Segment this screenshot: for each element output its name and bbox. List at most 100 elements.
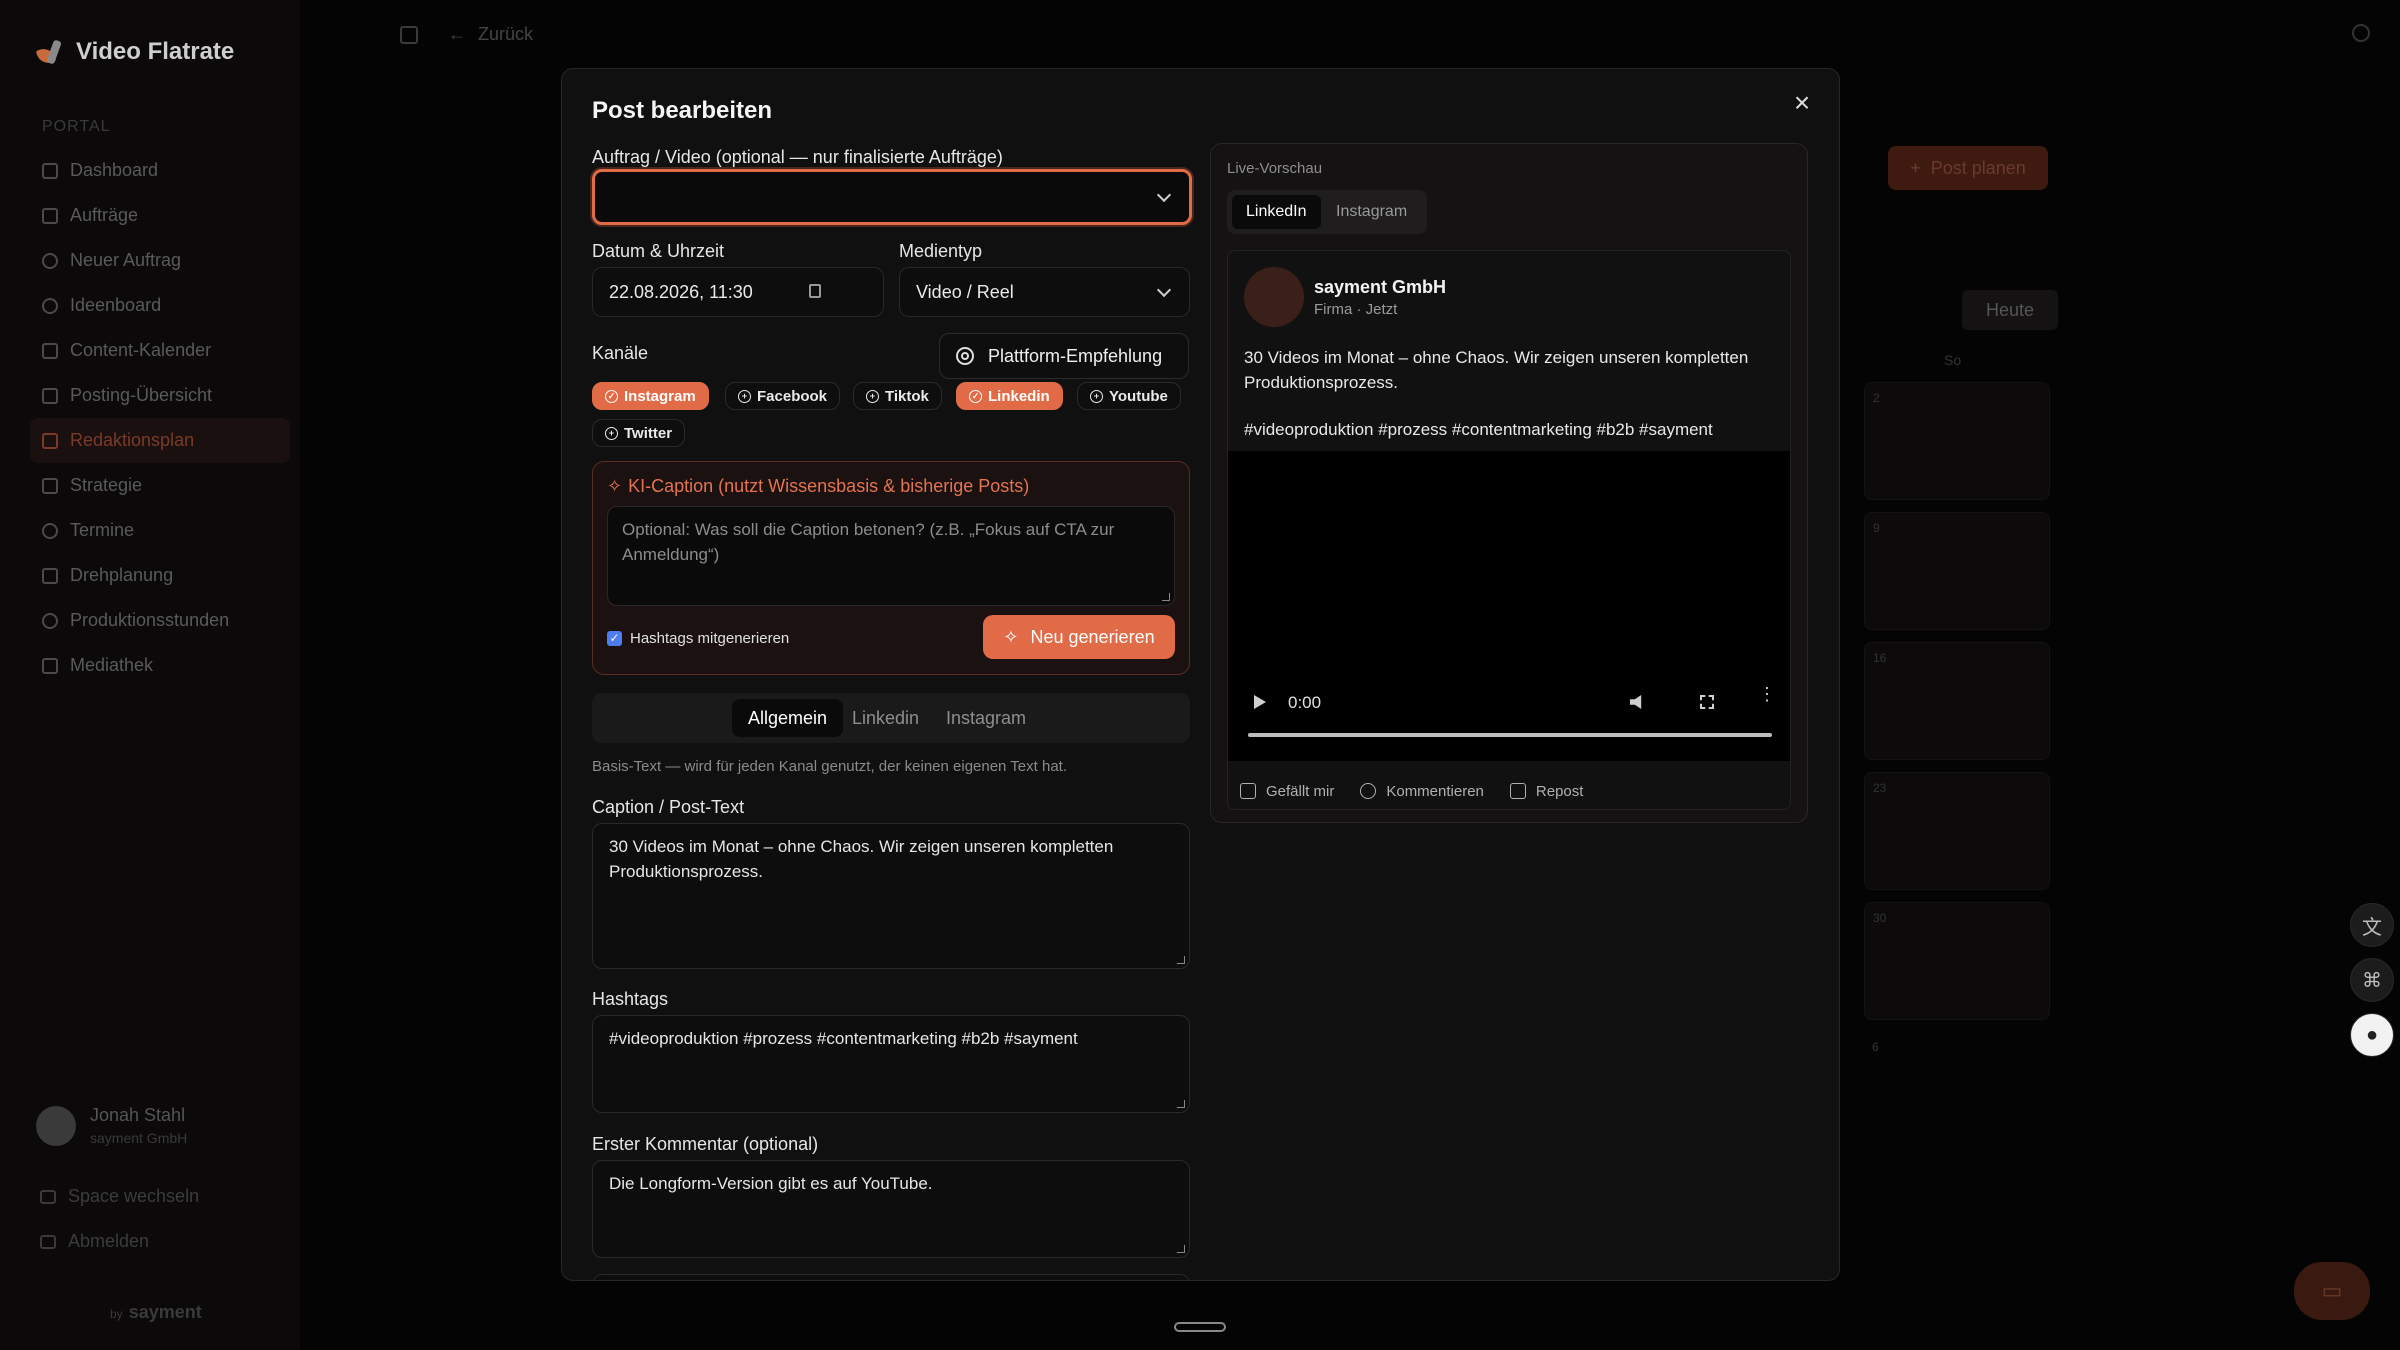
brand[interactable]: Video Flatrate bbox=[36, 38, 234, 66]
caption-textarea[interactable]: 30 Videos im Monat – ohne Chaos. Wir zei… bbox=[592, 823, 1190, 969]
calendar-day[interactable]: 16 bbox=[1864, 642, 2050, 760]
back-link[interactable]: ← Zurück bbox=[400, 24, 533, 45]
command-icon[interactable]: ⌘ bbox=[2350, 958, 2394, 1002]
sidebar-item-label: Ideenboard bbox=[70, 295, 162, 315]
next-field[interactable] bbox=[592, 1274, 1190, 1280]
assistant-icon[interactable]: ● bbox=[2350, 1013, 2394, 1057]
calendar-day[interactable]: 2 bbox=[1864, 382, 2050, 500]
channel-chip-tiktok[interactable]: + Tiktok bbox=[853, 382, 942, 410]
platform-recommendation-button[interactable]: Plattform-Empfehlung bbox=[939, 333, 1189, 379]
video-progress-bar[interactable] bbox=[1248, 733, 1772, 737]
chevron-down-icon bbox=[1156, 187, 1172, 203]
sidebar-item-strategie[interactable]: Strategie bbox=[30, 463, 290, 508]
sidebar-item-termine[interactable]: Termine bbox=[30, 508, 290, 553]
sidebar-toggle-icon[interactable] bbox=[400, 25, 418, 44]
sidebar-item-posting-uebersicht[interactable]: Posting-Übersicht bbox=[30, 373, 290, 418]
sun-icon[interactable] bbox=[2352, 24, 2370, 42]
caption-tabs: Allgemein Linkedin Instagram bbox=[592, 693, 1190, 743]
hashtags-checkbox[interactable]: ✓ Hashtags mitgenerieren bbox=[607, 630, 789, 647]
fullscreen-icon[interactable] bbox=[1700, 695, 1714, 709]
sidebar-item-produktionsstunden[interactable]: Produktionsstunden bbox=[30, 598, 290, 643]
play-icon[interactable] bbox=[1254, 695, 1266, 709]
back-label: Zurück bbox=[478, 24, 534, 44]
video-player[interactable]: 0:00 ⋮ bbox=[1228, 451, 1790, 761]
channel-chip-facebook[interactable]: + Facebook bbox=[725, 382, 841, 410]
plus-icon: + bbox=[1910, 157, 1921, 178]
logout-link[interactable]: Abmelden bbox=[40, 1231, 149, 1252]
preview-post-text: 30 Videos im Monat – ohne Chaos. Wir zei… bbox=[1244, 348, 1749, 392]
today-button[interactable]: Heute bbox=[1962, 290, 2058, 330]
auftrag-select[interactable] bbox=[592, 169, 1192, 225]
preview-hashtags: #videoproduktion #prozess #contentmarket… bbox=[1244, 420, 1713, 439]
calendar-day[interactable]: 23 bbox=[1864, 772, 2050, 890]
plus-circle-icon bbox=[42, 252, 58, 269]
channel-chip-twitter[interactable]: + Twitter bbox=[592, 419, 686, 447]
sidebar-item-label: Termine bbox=[70, 520, 135, 540]
checkbox-checked-icon[interactable]: ✓ bbox=[607, 631, 622, 646]
medientyp-label: Medientyp bbox=[899, 241, 983, 261]
sidebar-item-dashboard[interactable]: Dashboard bbox=[30, 148, 290, 193]
tab-instagram[interactable]: Instagram bbox=[930, 699, 1042, 737]
timer-icon bbox=[42, 612, 58, 629]
preview-tab-linkedin[interactable]: LinkedIn bbox=[1232, 195, 1321, 229]
comment-action[interactable]: Kommentieren bbox=[1360, 783, 1484, 800]
hashtags-textarea[interactable]: #videoproduktion #prozess #contentmarket… bbox=[592, 1015, 1190, 1113]
sidebar-item-auftraege[interactable]: Aufträge bbox=[30, 193, 290, 238]
sidebar-item-label: Posting-Übersicht bbox=[70, 385, 213, 405]
space-switch-link[interactable]: Space wechseln bbox=[40, 1186, 199, 1207]
sidebar-item-neuer-auftrag[interactable]: Neuer Auftrag bbox=[30, 238, 290, 283]
medientyp-select[interactable]: Video / Reel bbox=[899, 267, 1190, 317]
sidebar-item-redaktionsplan[interactable]: Redaktionsplan bbox=[30, 418, 290, 463]
plus-circle-icon: + bbox=[1090, 389, 1103, 403]
sidebar-item-label: Produktionsstunden bbox=[70, 610, 230, 630]
company-name: sayment GmbH bbox=[1314, 277, 1447, 297]
channel-chip-youtube[interactable]: + Youtube bbox=[1077, 382, 1181, 410]
portal-section-label: PORTAL bbox=[42, 118, 111, 135]
preview-tab-instagram[interactable]: Instagram bbox=[1322, 195, 1421, 229]
resize-handle[interactable] bbox=[1177, 1100, 1185, 1108]
space-switch-label: Space wechseln bbox=[68, 1186, 200, 1206]
close-icon[interactable]: × bbox=[1789, 89, 1815, 117]
calendar-icon[interactable] bbox=[809, 284, 821, 298]
sidebar-item-ideenboard[interactable]: Ideenboard bbox=[30, 283, 290, 328]
datetime-input[interactable]: 22.08.2026, 11:30 bbox=[592, 267, 884, 317]
more-vertical-icon[interactable]: ⋮ bbox=[1758, 685, 1776, 703]
sidebar-item-drehplanung[interactable]: Drehplanung bbox=[30, 553, 290, 598]
sidebar-item-mediathek[interactable]: Mediathek bbox=[30, 643, 290, 688]
resize-handle[interactable] bbox=[1162, 593, 1170, 601]
resize-handle[interactable] bbox=[1177, 956, 1185, 964]
user-profile[interactable]: Jonah Stahl sayment GmbH bbox=[36, 1105, 187, 1146]
first-comment-textarea[interactable]: Die Longform-Version gibt es auf YouTube… bbox=[592, 1160, 1190, 1258]
post-planen-button[interactable]: + Post planen bbox=[1888, 146, 2048, 190]
repost-action[interactable]: Repost bbox=[1509, 783, 1583, 800]
tab-allgemein[interactable]: Allgemein bbox=[732, 699, 844, 737]
resize-handle[interactable] bbox=[1177, 1245, 1185, 1253]
channel-chip-instagram[interactable]: ✓ Instagram bbox=[592, 382, 709, 410]
channel-chip-linkedin[interactable]: ✓ Linkedin bbox=[956, 382, 1063, 410]
chat-button[interactable]: ▭ bbox=[2294, 1262, 2370, 1320]
calendar-day[interactable]: 9 bbox=[1864, 512, 2050, 630]
ki-caption-title: ✧ KI-Caption (nutzt Wissensbasis & bishe… bbox=[607, 476, 1029, 497]
target-icon bbox=[956, 347, 974, 365]
channel-chip-label: Linkedin bbox=[988, 387, 1050, 405]
calendar-day[interactable]: 30 bbox=[1864, 902, 2050, 1020]
powered-by: by sayment bbox=[110, 1302, 202, 1323]
sidebar-item-content-kalender[interactable]: Content-Kalender bbox=[30, 328, 290, 373]
translate-icon[interactable]: 文 bbox=[2350, 903, 2394, 947]
plus-circle-icon: + bbox=[605, 426, 618, 440]
powered-by-name: sayment bbox=[128, 1302, 202, 1322]
volume-icon[interactable] bbox=[1630, 695, 1642, 709]
clipboard-icon bbox=[42, 387, 58, 404]
caption-hint: Basis-Text — wird für jeden Kanal genutz… bbox=[592, 758, 1067, 775]
like-label: Gefällt mir bbox=[1266, 782, 1335, 800]
sidebar-item-label: Mediathek bbox=[70, 655, 154, 675]
film-icon bbox=[42, 657, 58, 674]
caption-label: Caption / Post-Text bbox=[592, 797, 745, 817]
ki-prompt-input[interactable]: Optional: Was soll die Caption betonen? … bbox=[607, 506, 1175, 606]
like-action[interactable]: Gefällt mir bbox=[1240, 783, 1334, 800]
calendar-day-number: 2 bbox=[1873, 391, 1880, 405]
tab-linkedin[interactable]: Linkedin bbox=[836, 699, 935, 737]
regenerate-button[interactable]: ✧ Neu generieren bbox=[983, 615, 1175, 659]
channel-chip-label: Youtube bbox=[1109, 387, 1168, 405]
calendar-day[interactable]: 6 bbox=[1864, 1032, 2050, 1150]
